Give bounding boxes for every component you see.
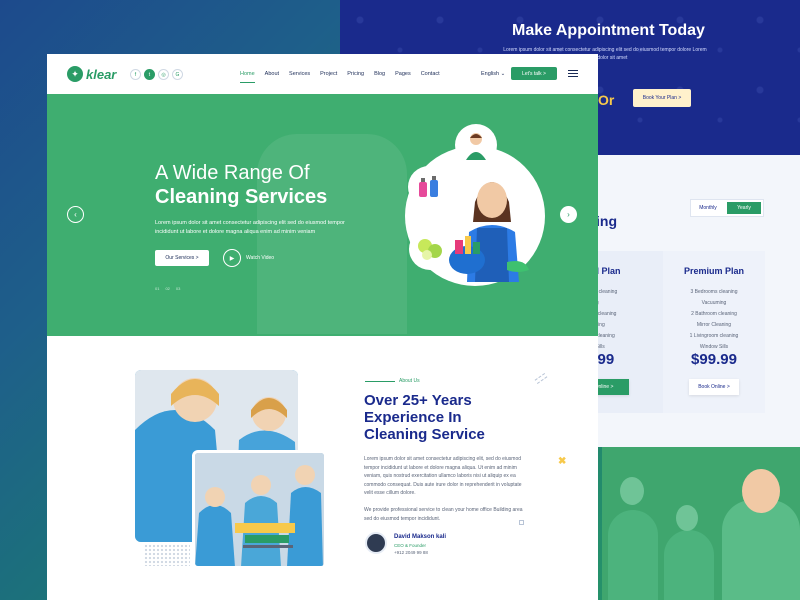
- plan-feature: 3 Bedrooms cleaning: [690, 289, 738, 295]
- author-avatar: [365, 532, 387, 554]
- next-slide-arrow-icon[interactable]: ›: [560, 206, 577, 223]
- about-label-line: [365, 381, 395, 382]
- cleaning-products-image: [408, 166, 450, 208]
- hamburger-menu-icon[interactable]: [568, 70, 578, 79]
- menu-about[interactable]: About: [265, 71, 279, 83]
- team-figure: [722, 500, 800, 600]
- billing-toggle[interactable]: Monthly Yearly: [690, 199, 764, 217]
- appointment-title: Make Appointment Today: [512, 22, 705, 39]
- language-label: English: [481, 71, 500, 77]
- our-services-button[interactable]: Our Services >: [155, 250, 209, 266]
- premium-plan-title: Premium Plan: [683, 266, 745, 276]
- toggle-yearly[interactable]: Yearly: [727, 202, 761, 214]
- cleaners-cart-photo: [195, 453, 324, 566]
- cleaner-portrait-icon: [466, 133, 486, 160]
- premium-plan-price: $99.99: [691, 351, 737, 368]
- menu-project[interactable]: Project: [320, 71, 337, 83]
- lets-talk-button[interactable]: Let's talk >: [511, 67, 557, 80]
- hero-title-line1: A Wide Range Of: [155, 162, 310, 184]
- watch-video-link[interactable]: Watch Video: [246, 255, 274, 261]
- team-figure-head: [620, 477, 644, 505]
- play-icon[interactable]: ▶: [223, 249, 241, 267]
- author-phone: +912 2049 99 88: [394, 550, 428, 555]
- hero-description: Lorem ipsum dolor sit amet consectetur a…: [155, 220, 345, 235]
- language-select[interactable]: English ⌄: [481, 71, 505, 77]
- author-role: CEO & Founder: [394, 543, 427, 548]
- plan-feature: 2 Bathroom cleaning: [691, 311, 737, 317]
- team-figure: [664, 530, 714, 600]
- menu-home[interactable]: Home: [240, 71, 255, 83]
- team-figure-head: [742, 469, 780, 513]
- premium-book-button[interactable]: Book Online >: [689, 379, 739, 395]
- about-title: Over 25+ Years Experience In Cleaning Se…: [364, 392, 485, 443]
- team-photo-small: [192, 450, 327, 569]
- chevron-down-icon: ⌄: [500, 71, 506, 77]
- book-plan-button[interactable]: Book Your Plan >: [633, 89, 691, 107]
- menu-pricing[interactable]: Pricing: [347, 71, 364, 83]
- logo-text: klear: [86, 66, 117, 82]
- premium-plan-features: 3 Bedrooms cleaning Vacuuming 2 Bathroom…: [663, 287, 765, 353]
- google-plus-icon[interactable]: G: [172, 69, 183, 80]
- toggle-monthly[interactable]: Monthly: [691, 200, 725, 216]
- facebook-icon[interactable]: f: [130, 69, 141, 80]
- logo-icon: ✦: [67, 66, 83, 82]
- decorative-stripe: [534, 373, 548, 384]
- about-paragraph-2: We provide professional service to clean…: [364, 507, 523, 522]
- plan-feature: Mirror Cleaning: [696, 322, 732, 328]
- top-navbar: ✦ klear f t ◎ G Home About Services Proj…: [47, 54, 598, 94]
- slide-indicator[interactable]: 01: [155, 286, 159, 291]
- plan-feature: Vacuuming: [701, 300, 727, 306]
- cleaner-portrait-image: [455, 124, 497, 166]
- menu-blog[interactable]: Blog: [374, 71, 385, 83]
- decorative-cross-icon: ✖: [558, 456, 567, 467]
- main-menu: Home About Services Project Pricing Blog…: [240, 71, 440, 83]
- team-photo-section: [602, 447, 800, 600]
- menu-pages[interactable]: Pages: [395, 71, 411, 83]
- team-figure-head: [676, 505, 698, 531]
- menu-contact[interactable]: Contact: [421, 71, 440, 83]
- decorative-square: [519, 520, 524, 525]
- twitter-icon[interactable]: t: [144, 69, 155, 80]
- pricing-heading: ing: [596, 213, 617, 229]
- author-name: David Makson kali: [394, 534, 447, 540]
- sponges-image: [409, 228, 451, 270]
- team-figure: [608, 510, 658, 600]
- menu-services[interactable]: Services: [289, 71, 310, 83]
- about-section: About Us Over 25+ Years Experience In Cl…: [47, 336, 598, 600]
- about-label: About Us: [399, 378, 420, 384]
- hero-title-line2: Cleaning Services: [155, 186, 328, 208]
- instagram-icon[interactable]: ◎: [158, 69, 169, 80]
- social-links: f t ◎ G: [130, 69, 183, 80]
- slide-indicator[interactable]: 03: [176, 286, 180, 291]
- prev-slide-arrow-icon[interactable]: ‹: [67, 206, 84, 223]
- decorative-dots: [144, 544, 190, 566]
- cleaning-woman-illustration: [449, 182, 529, 282]
- slide-indicator[interactable]: 02: [165, 286, 169, 291]
- logo[interactable]: ✦ klear: [67, 66, 116, 82]
- about-paragraph-1: Lorem ipsum dolor sit amet consectetur a…: [364, 456, 522, 496]
- main-page: ✦ klear f t ◎ G Home About Services Proj…: [47, 54, 598, 600]
- premium-plan-card: Premium Plan 3 Bedrooms cleaning Vacuumi…: [663, 251, 765, 413]
- hero-section: A Wide Range Of Cleaning Services Lorem …: [47, 94, 598, 336]
- appointment-or: Or: [598, 92, 615, 108]
- plan-feature: 1 Livingroom cleaning: [689, 333, 739, 339]
- sponges-icon: [418, 239, 442, 260]
- spray-bottles-icon: [419, 176, 438, 197]
- slide-indicators: 01 02 03: [155, 286, 180, 291]
